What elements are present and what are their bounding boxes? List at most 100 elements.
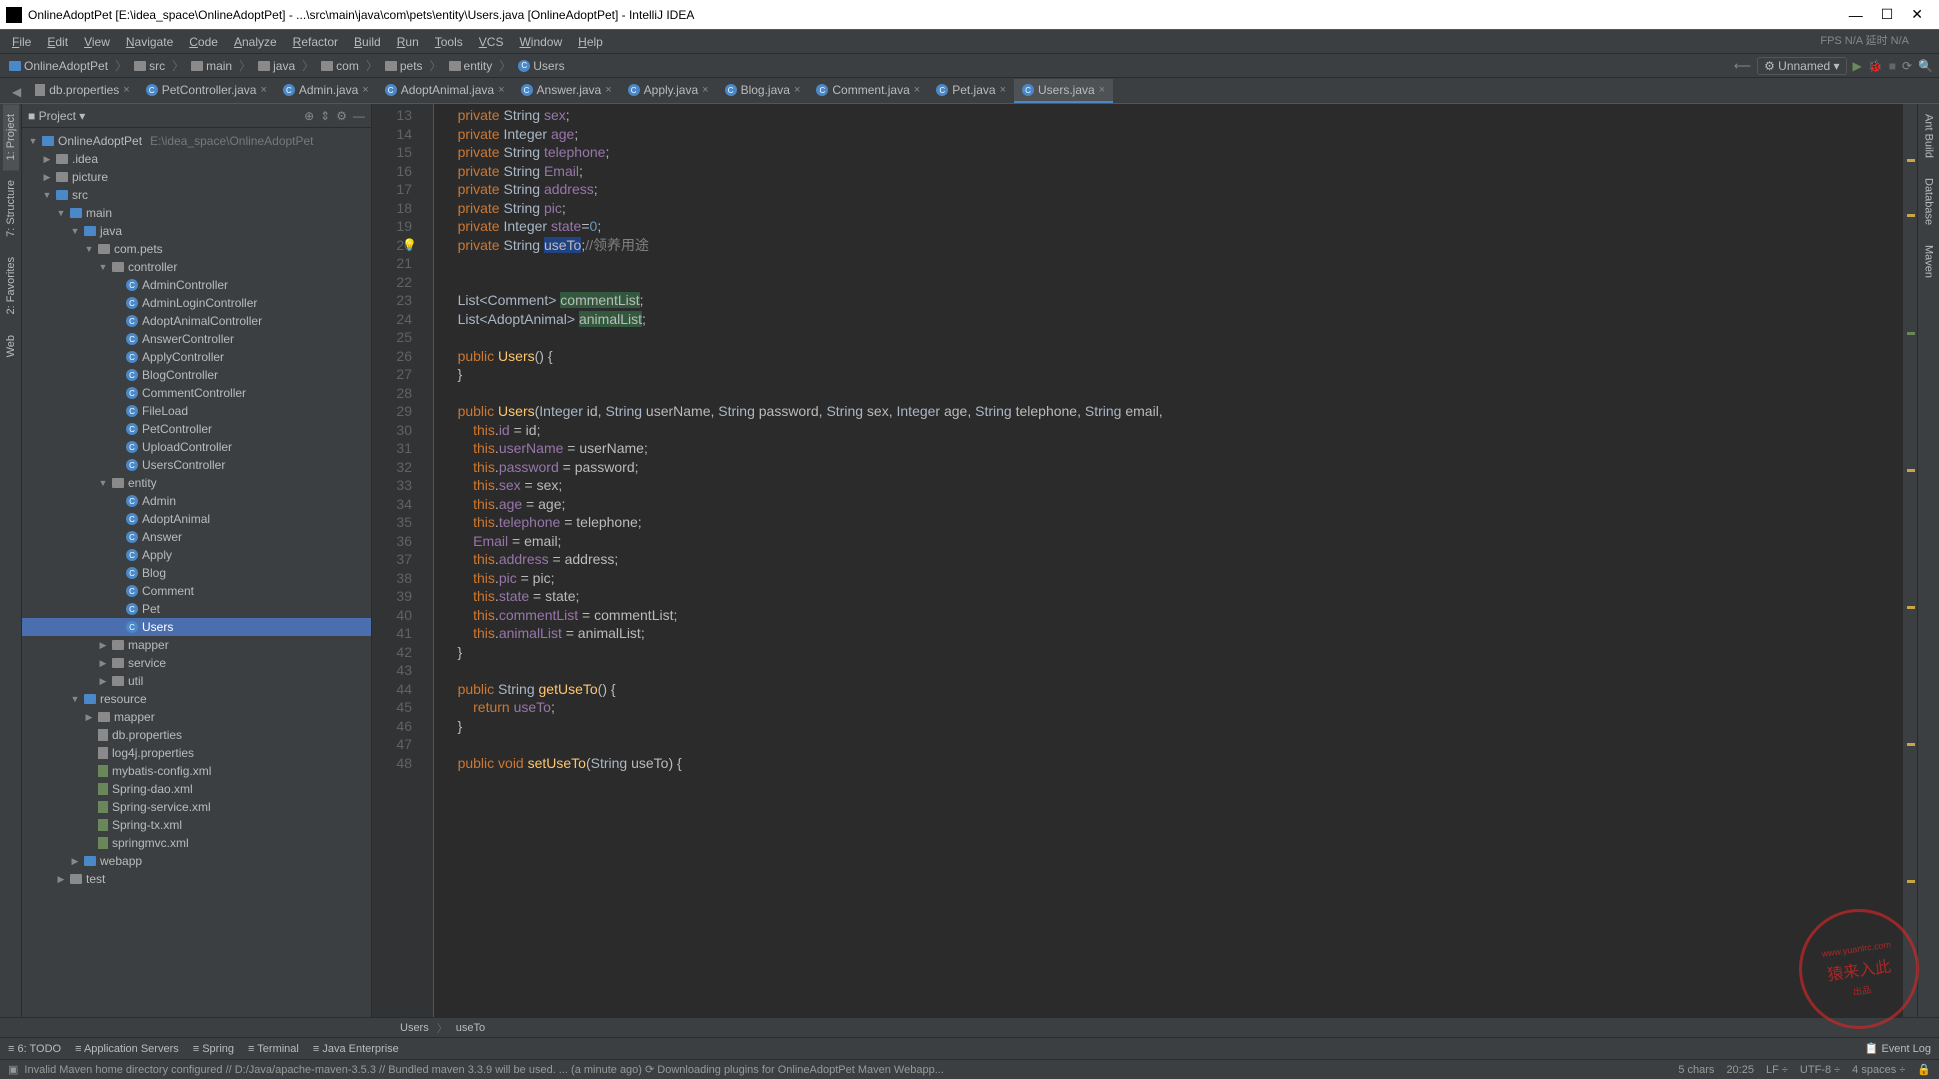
tree-item-webapp[interactable]: ▶webapp (22, 852, 371, 870)
menu-view[interactable]: View (78, 33, 116, 51)
tab-close-icon[interactable]: × (794, 84, 800, 96)
tree-item-springmvc-xml[interactable]: springmvc.xml (22, 834, 371, 852)
tab-close-icon[interactable]: × (1099, 84, 1105, 96)
tab-users-java[interactable]: CUsers.java× (1014, 79, 1113, 103)
debug-button[interactable]: 🐞 (1868, 59, 1883, 73)
lightbulb-icon[interactable]: 💡 (402, 236, 417, 255)
tab-apply-java[interactable]: CApply.java× (620, 79, 717, 103)
project-tree[interactable]: ▼OnlineAdoptPetE:\idea_space\OnlineAdopt… (22, 128, 371, 1017)
tab-scroll-left[interactable]: ◀ (6, 81, 27, 103)
tab-admin-java[interactable]: CAdmin.java× (275, 79, 377, 103)
tree-item-blog[interactable]: CBlog (22, 564, 371, 582)
project-settings-icon[interactable]: ⊕ (304, 109, 314, 123)
back-button[interactable]: ⟵ (1734, 59, 1751, 73)
menu-analyze[interactable]: Analyze (228, 33, 283, 51)
tree-item-spring-dao-xml[interactable]: Spring-dao.xml (22, 780, 371, 798)
right-tab-database[interactable]: Database (1921, 168, 1937, 235)
tab-comment-java[interactable]: CComment.java× (808, 79, 928, 103)
tree-item--idea[interactable]: ▶.idea (22, 150, 371, 168)
bottom-tab-terminal[interactable]: ≡ Terminal (248, 1043, 299, 1055)
close-button[interactable]: ✕ (1911, 6, 1923, 23)
status-item[interactable]: 20:25 (1726, 1064, 1754, 1076)
breadcrumb-item[interactable]: pets (382, 58, 426, 74)
status-item[interactable]: 5 chars (1678, 1064, 1714, 1076)
tree-item-pet[interactable]: CPet (22, 600, 371, 618)
tree-item-answer[interactable]: CAnswer (22, 528, 371, 546)
tree-item-adoptanimal[interactable]: CAdoptAnimal (22, 510, 371, 528)
tree-item-resource[interactable]: ▼resource (22, 690, 371, 708)
tree-item-com-pets[interactable]: ▼com.pets (22, 240, 371, 258)
project-view-dropdown[interactable]: ■ Project ▾ (28, 109, 85, 123)
update-button[interactable]: ⟳ (1902, 59, 1912, 73)
menu-file[interactable]: File (6, 33, 37, 51)
tab-close-icon[interactable]: × (260, 84, 266, 96)
tree-item-uploadcontroller[interactable]: CUploadController (22, 438, 371, 456)
tab-petcontroller-java[interactable]: CPetController.java× (138, 79, 275, 103)
tree-item-petcontroller[interactable]: CPetController (22, 420, 371, 438)
menu-tools[interactable]: Tools (429, 33, 469, 51)
tree-item-spring-service-xml[interactable]: Spring-service.xml (22, 798, 371, 816)
tab-close-icon[interactable]: × (123, 84, 129, 96)
project-gear-icon[interactable]: ⚙ (336, 109, 347, 123)
editor-breadcrumb-item[interactable]: useTo (456, 1022, 485, 1034)
left-tab----project[interactable]: 1: Project (3, 104, 19, 170)
tab-close-icon[interactable]: × (498, 84, 504, 96)
tree-item-service[interactable]: ▶service (22, 654, 371, 672)
tree-item-userscontroller[interactable]: CUsersController (22, 456, 371, 474)
tree-item-admin[interactable]: CAdmin (22, 492, 371, 510)
right-tab-ant-build[interactable]: Ant Build (1921, 104, 1937, 168)
search-button[interactable]: 🔍 (1918, 59, 1933, 73)
tab-pet-java[interactable]: CPet.java× (928, 79, 1014, 103)
menu-build[interactable]: Build (348, 33, 387, 51)
breadcrumb-item[interactable]: OnlineAdoptPet (6, 58, 111, 74)
project-hide-icon[interactable]: — (353, 109, 365, 123)
bottom-tab-application-servers[interactable]: ≡ Application Servers (75, 1043, 179, 1055)
project-collapse-icon[interactable]: ⇕ (320, 109, 330, 123)
tree-item-fileload[interactable]: CFileLoad (22, 402, 371, 420)
run-config-dropdown[interactable]: ⚙ Unnamed ▾ (1757, 57, 1846, 75)
tab-close-icon[interactable]: × (914, 84, 920, 96)
tree-item-adminlogincontroller[interactable]: CAdminLoginController (22, 294, 371, 312)
tree-item-picture[interactable]: ▶picture (22, 168, 371, 186)
bottom-tab-java-enterprise[interactable]: ≡ Java Enterprise (313, 1043, 399, 1055)
breadcrumb-item[interactable]: src (131, 58, 168, 74)
menu-edit[interactable]: Edit (41, 33, 74, 51)
tree-item-commentcontroller[interactable]: CCommentController (22, 384, 371, 402)
tree-item-apply[interactable]: CApply (22, 546, 371, 564)
tree-item-test[interactable]: ▶test (22, 870, 371, 888)
status-item[interactable]: 4 spaces ÷ (1852, 1064, 1905, 1076)
left-tab----structure[interactable]: 7: Structure (3, 170, 19, 247)
editor-scrollbar[interactable] (1903, 104, 1917, 1017)
tree-item-answercontroller[interactable]: CAnswerController (22, 330, 371, 348)
tree-item-log4j-properties[interactable]: log4j.properties (22, 744, 371, 762)
code-editor[interactable]: 13141516171819💡2021222324252627282930313… (372, 104, 1917, 1017)
tab-close-icon[interactable]: × (1000, 84, 1006, 96)
run-button[interactable]: ▶ (1853, 59, 1862, 73)
tree-item-blogcontroller[interactable]: CBlogController (22, 366, 371, 384)
bottom-tab----todo[interactable]: ≡ 6: TODO (8, 1043, 61, 1055)
status-square-icon[interactable]: ▣ (8, 1063, 18, 1076)
maximize-button[interactable]: ☐ (1881, 6, 1894, 23)
tree-item-main[interactable]: ▼main (22, 204, 371, 222)
tree-item-onlineadoptpet[interactable]: ▼OnlineAdoptPetE:\idea_space\OnlineAdopt… (22, 132, 371, 150)
tab-db-properties[interactable]: db.properties× (27, 79, 137, 103)
tree-item-mapper[interactable]: ▶mapper (22, 636, 371, 654)
tab-blog-java[interactable]: CBlog.java× (717, 79, 809, 103)
tree-item-controller[interactable]: ▼controller (22, 258, 371, 276)
tree-item-src[interactable]: ▼src (22, 186, 371, 204)
tree-item-users[interactable]: CUsers (22, 618, 371, 636)
menu-refactor[interactable]: Refactor (287, 33, 344, 51)
menu-run[interactable]: Run (391, 33, 425, 51)
tab-close-icon[interactable]: × (605, 84, 611, 96)
minimize-button[interactable]: — (1849, 7, 1863, 23)
menu-help[interactable]: Help (572, 33, 609, 51)
tree-item-db-properties[interactable]: db.properties (22, 726, 371, 744)
tab-answer-java[interactable]: CAnswer.java× (513, 79, 620, 103)
tree-item-admincontroller[interactable]: CAdminController (22, 276, 371, 294)
left-tab-web[interactable]: Web (3, 325, 19, 367)
breadcrumb-item[interactable]: C Users (515, 58, 567, 74)
menu-vcs[interactable]: VCS (473, 33, 510, 51)
menu-code[interactable]: Code (183, 33, 224, 51)
breadcrumb-item[interactable]: main (188, 58, 235, 74)
tab-close-icon[interactable]: × (702, 84, 708, 96)
